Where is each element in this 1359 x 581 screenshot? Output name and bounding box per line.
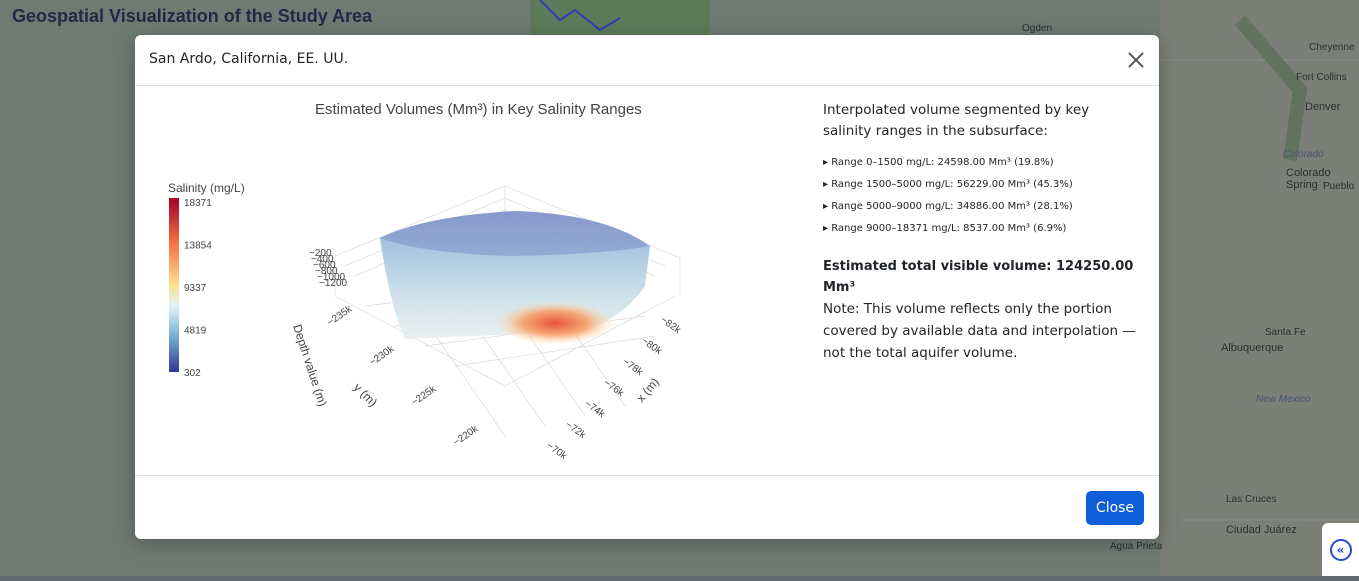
info-intro: Interpolated volume segmented by key sal… [823, 102, 1090, 139]
modal-header: San Ardo, California, EE. UU. [135, 35, 1159, 86]
y-tick-label: −230k [367, 343, 397, 368]
range-list: ▸ Range 0–1500 mg/L: 24598.00 Mm³ (19.8%… [823, 152, 1138, 240]
colorbar-tick-label: 18371 [184, 198, 212, 209]
y-axis-label: y (m) [351, 380, 380, 409]
close-icon[interactable] [1127, 50, 1145, 68]
colorbar-title: Salinity (mg/L) [168, 181, 245, 195]
total-volume: Estimated total visible volume: 124250.0… [823, 259, 1134, 295]
colorbar-scale [169, 198, 179, 372]
colorbar-ticks: 18371 13854 9337 4819 302 [184, 198, 212, 379]
x-tick-label: −72k [563, 419, 588, 441]
z-tick-label: −1200 [319, 278, 348, 289]
x-tick-label: −74k [582, 398, 607, 420]
x-tick-label: −70k [544, 440, 569, 462]
x-tick-label: −76k [601, 377, 626, 399]
range-item: ▸ Range 5000–9000 mg/L: 34886.00 Mm³ (28… [823, 201, 1073, 212]
chart-title: Estimated Volumes (Mm³) in Key Salinity … [315, 101, 642, 118]
modal-footer: Close [135, 475, 1159, 540]
x-tick-label: −82k [658, 314, 683, 336]
high-salinity-zone [495, 301, 615, 345]
z-axis-label: Depth value (m) [290, 323, 330, 409]
colorbar-tick-label: 13854 [184, 241, 212, 252]
y-tick-label: −220k [451, 423, 481, 448]
range-item: ▸ Range 0–1500 mg/L: 24598.00 Mm³ (19.8%… [823, 157, 1054, 168]
modal-body: Estimated Volumes (Mm³) in Key Salinity … [135, 86, 1159, 475]
colorbar-tick-label: 9337 [184, 283, 207, 294]
range-item: ▸ Range 9000–18371 mg/L: 8537.00 Mm³ (6.… [823, 223, 1067, 234]
volume-modal: San Ardo, California, EE. UU. Estimated … [135, 35, 1159, 539]
colorbar-tick-label: 4819 [184, 326, 207, 337]
modal-title: San Ardo, California, EE. UU. [149, 51, 349, 67]
x-tick-label: −78k [620, 356, 645, 378]
close-button[interactable]: Close [1086, 491, 1144, 525]
range-item: ▸ Range 1500–5000 mg/L: 56229.00 Mm³ (45… [823, 179, 1073, 190]
y-tick-label: −235k [325, 303, 355, 328]
colorbar-tick-label: 302 [184, 368, 201, 379]
y-tick-label: −225k [409, 383, 439, 408]
salinity-3d-chart[interactable]: Salinity (mg/L) 18371 13854 9337 4819 302 −8… [155, 126, 795, 466]
volume-note: Note: This volume reflects only the port… [823, 301, 1136, 361]
x-tick-label: −80k [639, 335, 664, 357]
x-axis-label: x (m) [634, 375, 662, 405]
volume-info-panel: Interpolated volume segmented by key sal… [823, 100, 1138, 364]
